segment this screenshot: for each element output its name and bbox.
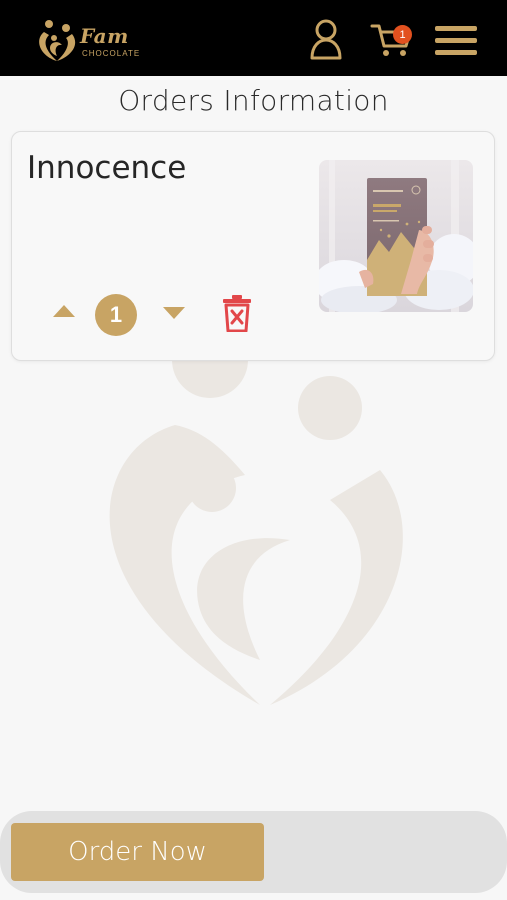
brand-name: Fam [80,24,129,48]
page-title: Orders Information [118,84,389,117]
fam-logo-icon [39,20,76,61]
user-icon[interactable] [309,18,343,60]
cart-count-badge: 1 [393,25,412,44]
product-name: Innocence [27,150,187,186]
quantity-value: 1 [95,294,137,336]
quantity-decrease-caret-down-icon[interactable] [162,306,186,320]
menu-icon[interactable] [435,26,477,56]
product-image [319,160,473,312]
order-item-card: Innocence 1 [11,131,495,361]
background-logo-watermark [109,330,403,705]
app-header: Fam CHOCOLATE 1 [0,0,507,76]
brand-subtitle: CHOCOLATE [82,49,141,58]
trash-icon[interactable] [222,294,252,332]
brand-logo[interactable]: Fam CHOCOLATE [36,18,146,62]
quantity-increase-caret-up-icon[interactable] [52,304,76,318]
order-now-button[interactable]: Order Now [11,823,264,881]
